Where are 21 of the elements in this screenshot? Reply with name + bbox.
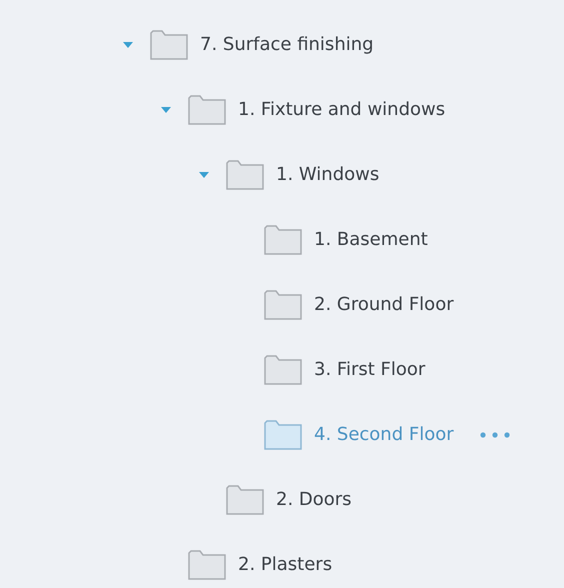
folder-icon bbox=[226, 484, 264, 514]
tree-item-label[interactable]: 2. Plasters bbox=[238, 554, 332, 575]
caret-icon[interactable] bbox=[160, 106, 172, 114]
tree-item-label[interactable]: 2. Doors bbox=[276, 489, 352, 510]
more-icon[interactable] bbox=[480, 432, 510, 438]
caret-icon[interactable] bbox=[122, 40, 134, 48]
caret-icon[interactable] bbox=[198, 170, 210, 178]
folder-icon bbox=[150, 30, 188, 60]
folder-icon bbox=[188, 550, 226, 580]
tree-item-label[interactable]: 1. Fixture and windows bbox=[238, 99, 446, 120]
tree-item-label[interactable]: 1. Basement bbox=[314, 229, 428, 250]
folder-icon bbox=[264, 354, 302, 384]
folder-icon bbox=[264, 290, 302, 320]
folder-icon bbox=[188, 94, 226, 124]
folder-icon bbox=[226, 160, 264, 190]
tree-item-label[interactable]: 2. Ground Floor bbox=[314, 294, 454, 315]
tree-item-label[interactable]: 1. Windows bbox=[276, 164, 380, 185]
tree-item-label[interactable]: 3. First Floor bbox=[314, 359, 426, 380]
tree-item-label[interactable]: 7. Surface finishing bbox=[200, 34, 374, 55]
folder-icon bbox=[264, 224, 302, 254]
folder-icon bbox=[264, 420, 302, 450]
